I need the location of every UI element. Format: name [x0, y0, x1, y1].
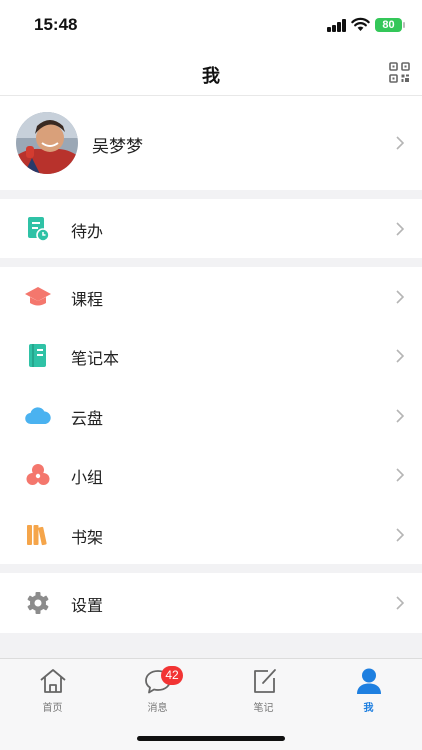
profile-card[interactable]: 吴梦梦 [0, 96, 422, 190]
tab-label: 笔记 [253, 703, 274, 714]
menu-item-todo[interactable]: 待办 [0, 199, 422, 258]
menu-item-settings[interactable]: 设置 [0, 573, 422, 632]
battery-icon: 80 [375, 18, 402, 32]
menu-item-label: 小组 [71, 468, 104, 487]
menu-item-bookshelf[interactable]: 书架 [0, 505, 422, 564]
chevron-right-icon [396, 290, 404, 304]
cloud-icon [25, 407, 51, 425]
bookshelf-icon [27, 525, 47, 546]
menu-item-label: 待办 [71, 222, 104, 241]
qr-code-icon[interactable] [389, 62, 410, 83]
battery-level: 80 [382, 19, 395, 31]
menu-item-courses[interactable]: 课程 [0, 267, 422, 326]
tab-label: 消息 [147, 703, 168, 714]
menu-item-notebook[interactable]: 笔记本 [0, 326, 422, 385]
tab-messages[interactable]: 42 消息 [105, 659, 210, 717]
signal-icon [327, 19, 347, 32]
avatar[interactable] [16, 112, 78, 174]
status-bar: 15:48 80 [0, 0, 422, 52]
tab-label: 首页 [42, 703, 63, 714]
chevron-right-icon [396, 349, 404, 363]
wifi-icon [351, 17, 370, 31]
nav-bar: 我 [0, 52, 422, 96]
menu-group-settings: 设置 [0, 573, 422, 633]
tab-notes[interactable]: 笔记 [211, 659, 316, 717]
unread-badge: 42 [161, 666, 183, 685]
menu-item-cloud[interactable]: 云盘 [0, 386, 422, 445]
gear-icon [27, 592, 49, 614]
chevron-right-icon [396, 596, 404, 610]
tab-label: 我 [363, 703, 374, 714]
home-icon [40, 669, 66, 693]
menu-item-label: 设置 [71, 596, 104, 615]
menu-item-groups[interactable]: 小组 [0, 445, 422, 504]
menu-item-label: 云盘 [71, 409, 104, 428]
status-time: 15:48 [34, 15, 78, 34]
person-icon [357, 668, 381, 694]
todo-icon [28, 217, 50, 242]
group-icon [26, 464, 50, 485]
battery-cap [403, 22, 405, 28]
graduation-cap-icon [25, 287, 51, 306]
menu-item-label: 笔记本 [71, 349, 120, 368]
note-edit-icon [254, 669, 276, 693]
tab-me[interactable]: 我 [316, 659, 421, 717]
chevron-right-icon [396, 528, 404, 542]
menu-item-label: 课程 [71, 290, 104, 309]
profile-name: 吴梦梦 [92, 137, 143, 157]
page-title: 我 [202, 66, 220, 87]
menu-item-label: 书架 [71, 528, 104, 547]
notebook-icon [29, 344, 46, 367]
home-indicator[interactable] [137, 736, 285, 741]
chevron-right-icon [396, 409, 404, 423]
chevron-right-icon [396, 136, 404, 150]
tab-home[interactable]: 首页 [0, 659, 105, 717]
menu-group-todo: 待办 [0, 199, 422, 258]
chevron-right-icon [396, 222, 404, 236]
chevron-right-icon [396, 468, 404, 482]
menu-group-main: 课程 笔记本 云盘 小组 书架 [0, 267, 422, 564]
